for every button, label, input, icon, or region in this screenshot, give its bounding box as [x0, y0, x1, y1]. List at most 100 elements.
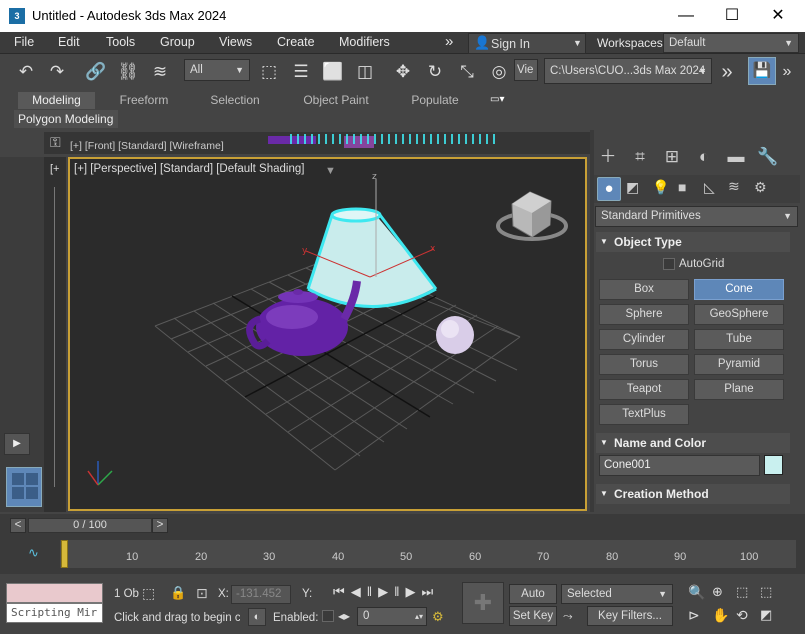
bind-space-warp-icon[interactable]: ≋: [147, 59, 173, 85]
selection-filter-dropdown[interactable]: All ▼: [184, 59, 250, 81]
motion-tab-icon[interactable]: ◐: [690, 144, 718, 170]
select-object-icon[interactable]: ⬚: [256, 59, 282, 85]
isolate-selection-icon[interactable]: ⬚: [142, 585, 155, 602]
maxscript-listener[interactable]: [6, 583, 103, 603]
primitive-category-dropdown[interactable]: Standard Primitives ▼: [595, 206, 798, 227]
scale-icon[interactable]: ⤡: [454, 59, 480, 85]
name-color-header[interactable]: ▼ Name and Color: [596, 433, 790, 453]
next-frame-icon[interactable]: ‖▶: [394, 584, 421, 599]
zoom-extents-all-icon[interactable]: ⬚: [760, 584, 772, 600]
lights-icon[interactable]: 💡: [652, 179, 669, 196]
x-coordinate-field[interactable]: -131.452: [231, 585, 291, 604]
absolute-mode-icon[interactable]: ⊡: [196, 585, 208, 602]
object-name-field[interactable]: Cone001: [599, 455, 760, 476]
reference-coordinate-dropdown[interactable]: Vie: [514, 59, 538, 81]
textplus-button[interactable]: TextPlus: [599, 404, 689, 425]
tab-modeling[interactable]: Modeling: [18, 92, 95, 109]
select-by-name-icon[interactable]: ☰: [288, 59, 314, 85]
teapot-button[interactable]: Teapot: [599, 379, 689, 400]
go-to-end-icon[interactable]: ⏭: [421, 584, 439, 599]
pan-icon[interactable]: ✋: [712, 607, 729, 624]
set-key-mode-icon[interactable]: ✚: [462, 582, 504, 624]
shapes-icon[interactable]: ◩: [626, 179, 639, 196]
go-to-start-icon[interactable]: ⏮: [333, 584, 351, 599]
window-crossing-icon[interactable]: ◫: [352, 59, 378, 85]
rectangular-selection-icon[interactable]: ⬜: [320, 59, 346, 85]
cameras-icon[interactable]: ■: [678, 179, 686, 195]
systems-icon[interactable]: ⚙: [754, 179, 767, 196]
default-tangent-icon[interactable]: ⤳: [563, 609, 573, 624]
maximize-viewport-icon[interactable]: ◩: [760, 607, 772, 623]
box-button[interactable]: Box: [599, 279, 689, 300]
menu-edit[interactable]: Edit: [58, 35, 80, 49]
hierarchy-tab-icon[interactable]: ⊞: [658, 144, 686, 170]
rotate-icon[interactable]: ↻: [422, 59, 448, 85]
pivot-icon[interactable]: ◎: [486, 59, 512, 85]
menu-overflow[interactable]: »: [445, 33, 453, 50]
viewport-layout-icon[interactable]: ⚿: [50, 134, 61, 151]
move-icon[interactable]: ✥: [390, 59, 416, 85]
menu-create[interactable]: Create: [277, 35, 315, 49]
current-frame-marker[interactable]: [61, 540, 68, 568]
helpers-icon[interactable]: ◺: [704, 179, 715, 196]
enabled-checkbox[interactable]: [322, 610, 334, 622]
project-path-dropdown[interactable]: C:\Users\CUO...3ds Max 2024 ▼: [544, 58, 712, 84]
unlink-icon[interactable]: ⛓: [115, 59, 141, 85]
pyramid-button[interactable]: Pyramid: [694, 354, 784, 375]
tab-selection[interactable]: Selection: [195, 92, 275, 109]
left-viewport[interactable]: [+: [44, 157, 66, 512]
sphere-button[interactable]: Sphere: [599, 304, 689, 325]
redo-icon[interactable]: ↷: [44, 59, 70, 85]
key-selection-dropdown[interactable]: Selected ▼: [561, 584, 673, 604]
menu-group[interactable]: Group: [160, 35, 195, 49]
torus-button[interactable]: Torus: [599, 354, 689, 375]
geosphere-button[interactable]: GeoSphere: [694, 304, 784, 325]
autogrid-checkbox[interactable]: [663, 258, 675, 270]
ribbon-options-icon[interactable]: ▭▾: [490, 94, 514, 107]
play-sidebar-icon[interactable]: ▶: [4, 433, 30, 455]
menu-file[interactable]: File: [14, 35, 34, 49]
cylinder-button[interactable]: Cylinder: [599, 329, 689, 350]
undo-icon[interactable]: ↶: [13, 59, 39, 85]
minimize-button[interactable]: —: [663, 4, 709, 28]
space-warps-icon[interactable]: ≋: [728, 178, 740, 195]
scripting-mini-listener[interactable]: Scripting Mir: [6, 603, 103, 623]
save-icon[interactable]: 💾: [748, 57, 776, 85]
zoom-extents-icon[interactable]: ⬚: [736, 584, 748, 600]
orbit-icon[interactable]: ⟲: [736, 607, 748, 624]
polygon-modeling-panel[interactable]: Polygon Modeling: [14, 110, 118, 128]
current-frame-field[interactable]: 0 ▴▾: [357, 607, 427, 626]
plane-button[interactable]: Plane: [694, 379, 784, 400]
curve-editor-icon[interactable]: ∿: [28, 545, 39, 561]
utilities-tab-icon[interactable]: 🔧: [754, 144, 782, 170]
toolbar-overflow[interactable]: »: [714, 59, 740, 85]
front-viewport-label[interactable]: [+] [Front] [Standard] [Wireframe]: [70, 140, 224, 151]
key-mode-icon[interactable]: ◂▸: [338, 609, 350, 623]
set-key-button[interactable]: Set Key: [509, 606, 557, 626]
menu-views[interactable]: Views: [219, 35, 252, 49]
timeline-prev-button[interactable]: <: [10, 518, 26, 533]
lock-icon[interactable]: 🔒: [170, 585, 186, 601]
menu-tools[interactable]: Tools: [106, 35, 135, 49]
tab-populate[interactable]: Populate: [398, 92, 472, 109]
workspaces-dropdown[interactable]: Default ▼: [663, 33, 799, 53]
toolbar-more-icon[interactable]: »: [777, 59, 797, 85]
tab-freeform[interactable]: Freeform: [105, 92, 183, 109]
menu-modifiers[interactable]: Modifiers: [339, 35, 390, 49]
create-tab-icon[interactable]: ＋: [594, 144, 622, 170]
modify-tab-icon[interactable]: ⌗: [626, 144, 654, 170]
creation-method-header[interactable]: ▼ Creation Method: [596, 484, 790, 504]
timeline-next-button[interactable]: >: [152, 518, 168, 533]
time-slider[interactable]: 0 / 100: [28, 518, 152, 533]
maximize-button[interactable]: ☐: [709, 4, 755, 28]
field-of-view-icon[interactable]: ⊳: [688, 607, 700, 624]
adaptive-degradation-icon[interactable]: ◐: [248, 608, 266, 626]
tube-button[interactable]: Tube: [694, 329, 784, 350]
time-configuration-icon[interactable]: ⚙: [432, 609, 444, 625]
close-button[interactable]: ✕: [755, 4, 801, 28]
tab-object-paint[interactable]: Object Paint: [290, 92, 382, 109]
key-filters-button[interactable]: Key Filters...: [587, 606, 673, 626]
viewport-layouts-icon[interactable]: [6, 467, 42, 507]
sign-in-button[interactable]: 👤 Sign In ▼: [468, 33, 586, 54]
cone-button[interactable]: Cone: [694, 279, 784, 300]
